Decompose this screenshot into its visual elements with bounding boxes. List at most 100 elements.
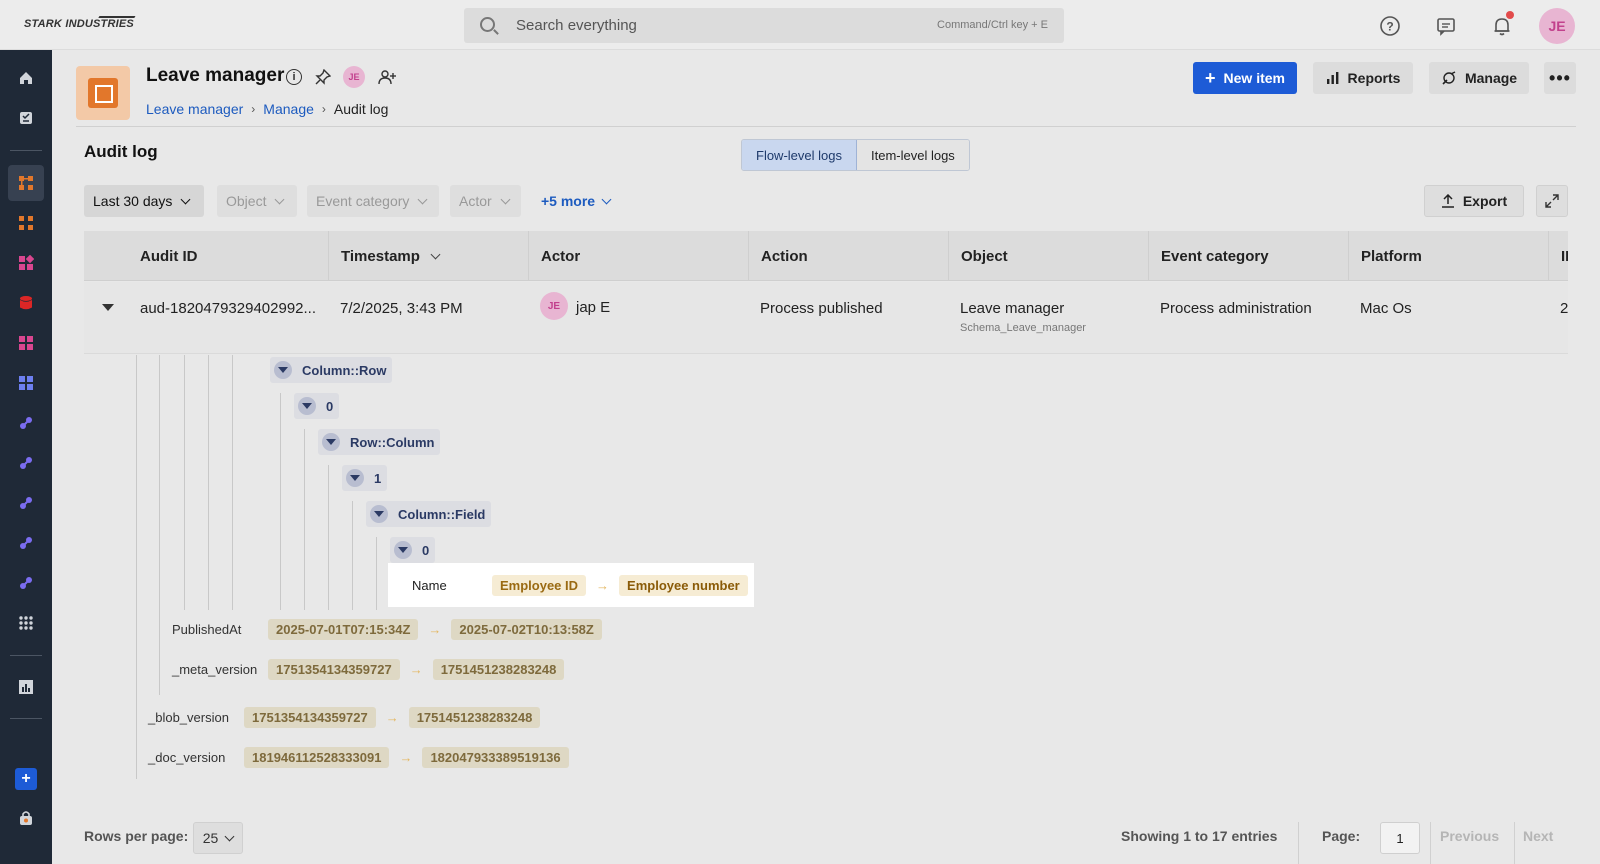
- integration-4-icon[interactable]: [8, 525, 44, 561]
- col-event-category[interactable]: Event category: [1148, 231, 1348, 281]
- more-horizontal-icon: •••: [1549, 68, 1571, 88]
- user-avatar[interactable]: JE: [1539, 8, 1575, 44]
- top-bar: STARK INDUSTRIES Search everything Comma…: [0, 0, 1600, 50]
- tab-item-level-logs[interactable]: Item-level logs: [856, 140, 969, 170]
- breadcrumb-manage[interactable]: Manage: [263, 101, 314, 117]
- col-actor[interactable]: Actor: [528, 231, 748, 281]
- collapse-node-icon[interactable]: [394, 541, 412, 559]
- tree-node[interactable]: 0: [294, 393, 340, 419]
- arrow-right-icon: →: [399, 750, 413, 765]
- footer-divider: [1430, 822, 1431, 864]
- collapse-node-icon[interactable]: [274, 361, 292, 379]
- new-value: Employee number: [619, 574, 748, 596]
- col-audit-id[interactable]: Audit ID: [128, 231, 324, 281]
- collapse-node-icon[interactable]: [370, 505, 388, 523]
- all-apps-grid-icon[interactable]: [8, 605, 44, 641]
- dashboard-icon[interactable]: [8, 365, 44, 401]
- apps-pink-icon[interactable]: [8, 245, 44, 281]
- brand-swoosh: [92, 16, 136, 28]
- tree-guide: [352, 501, 353, 610]
- help-icon[interactable]: ?: [1375, 11, 1405, 41]
- new-value: 182047933389519136: [422, 747, 569, 768]
- old-value: 1751354134359727: [244, 707, 376, 728]
- tree-node[interactable]: 0: [390, 537, 436, 563]
- add-app-icon[interactable]: +: [8, 761, 44, 797]
- object-filter[interactable]: Object: [217, 185, 297, 217]
- old-value: 2025-07-01T07:15:34Z: [268, 619, 419, 640]
- audit-table: Audit ID Timestamp Actor Action Object E…: [84, 231, 1568, 803]
- search-placeholder: Search everything: [516, 17, 637, 34]
- more-options-button[interactable]: •••: [1544, 62, 1576, 94]
- cell-ip: 2: [1560, 300, 1568, 317]
- pagination-bar: Rows per page: 25 Showing 1 to 17 entrie…: [84, 822, 1568, 864]
- object-name: Leave manager: [960, 300, 1065, 317]
- breadcrumb-leave-manager[interactable]: Leave manager: [146, 101, 243, 117]
- change-key: _meta_version: [172, 662, 258, 677]
- integration-3-icon[interactable]: [8, 485, 44, 521]
- next-page-button[interactable]: Next: [1523, 828, 1553, 844]
- new-value: 1751451238283248: [432, 659, 565, 680]
- global-search[interactable]: Search everything Command/Ctrl key + E: [464, 8, 1064, 43]
- chevron-down-icon: [500, 194, 511, 204]
- col-timestamp[interactable]: Timestamp: [328, 231, 528, 281]
- col-object[interactable]: Object: [948, 231, 1148, 281]
- database-icon[interactable]: [8, 285, 44, 321]
- integration-icon[interactable]: [8, 405, 44, 441]
- date-range-filter[interactable]: Last 30 days: [84, 185, 204, 217]
- collapse-node-icon[interactable]: [298, 397, 316, 415]
- collapse-node-icon[interactable]: [322, 433, 340, 451]
- previous-page-button[interactable]: Previous: [1440, 828, 1499, 844]
- actor-avatar: JE: [540, 292, 568, 320]
- actor-filter[interactable]: Actor: [450, 185, 521, 217]
- pin-icon[interactable]: [313, 67, 333, 87]
- page-number-input[interactable]: 1: [1380, 822, 1420, 854]
- notification-badge: [1506, 11, 1514, 19]
- tasks-icon[interactable]: [8, 100, 44, 136]
- owner-avatar[interactable]: JE: [343, 66, 365, 88]
- table-row[interactable]: aud-1820479329402992... 7/2/2025, 3:43 P…: [84, 282, 1568, 354]
- col-ip[interactable]: IP: [1548, 231, 1568, 281]
- chevron-down-icon: [180, 194, 191, 204]
- collapse-row-icon[interactable]: [102, 304, 114, 311]
- new-item-button[interactable]: + New item: [1193, 62, 1297, 94]
- event-category-filter-label: Event category: [316, 193, 410, 209]
- tree-node[interactable]: Column::Row: [270, 357, 393, 383]
- chevron-right-icon: ›: [251, 102, 256, 116]
- tree-node[interactable]: Row::Column: [318, 429, 441, 455]
- notifications-icon[interactable]: [1487, 11, 1517, 41]
- more-filters-label: +5 more: [541, 193, 596, 209]
- process-flow-icon[interactable]: [8, 165, 44, 201]
- new-value: 2025-07-02T10:13:58Z: [451, 619, 602, 640]
- tab-flow-level-logs[interactable]: Flow-level logs: [742, 140, 857, 170]
- rows-per-page-select[interactable]: 25: [193, 822, 243, 854]
- collapse-node-icon[interactable]: [346, 469, 364, 487]
- integration-5-icon[interactable]: [8, 565, 44, 601]
- process-flow-2-icon[interactable]: [8, 205, 44, 241]
- info-icon[interactable]: i: [286, 69, 302, 85]
- add-user-icon[interactable]: [377, 67, 397, 87]
- marketplace-icon[interactable]: [8, 800, 44, 836]
- cell-action: Process published: [760, 300, 883, 317]
- export-button[interactable]: Export: [1424, 185, 1524, 217]
- analytics-icon[interactable]: [8, 669, 44, 705]
- integration-2-icon[interactable]: [8, 445, 44, 481]
- rows-per-page-value: 25: [202, 830, 219, 846]
- nav-divider-3: [10, 718, 42, 719]
- tree-node-label: 1: [374, 470, 382, 486]
- change-key: _blob_version: [148, 710, 229, 725]
- home-icon[interactable]: [8, 60, 44, 96]
- manage-button[interactable]: Manage: [1429, 62, 1529, 94]
- col-action[interactable]: Action: [748, 231, 948, 281]
- expand-icon[interactable]: [1536, 185, 1568, 217]
- col-platform[interactable]: Platform: [1348, 231, 1548, 281]
- chat-icon[interactable]: [1431, 11, 1461, 41]
- more-filters-button[interactable]: +5 more: [541, 193, 612, 209]
- apps-magenta-icon[interactable]: [8, 325, 44, 361]
- footer-divider: [1298, 822, 1299, 864]
- arrow-right-icon: →: [428, 622, 442, 637]
- tree-node[interactable]: Column::Field: [366, 501, 492, 527]
- reports-button[interactable]: Reports: [1313, 62, 1413, 94]
- event-category-filter[interactable]: Event category: [307, 185, 439, 217]
- old-value: 1751354134359727: [268, 659, 400, 680]
- tree-node[interactable]: 1: [342, 465, 388, 491]
